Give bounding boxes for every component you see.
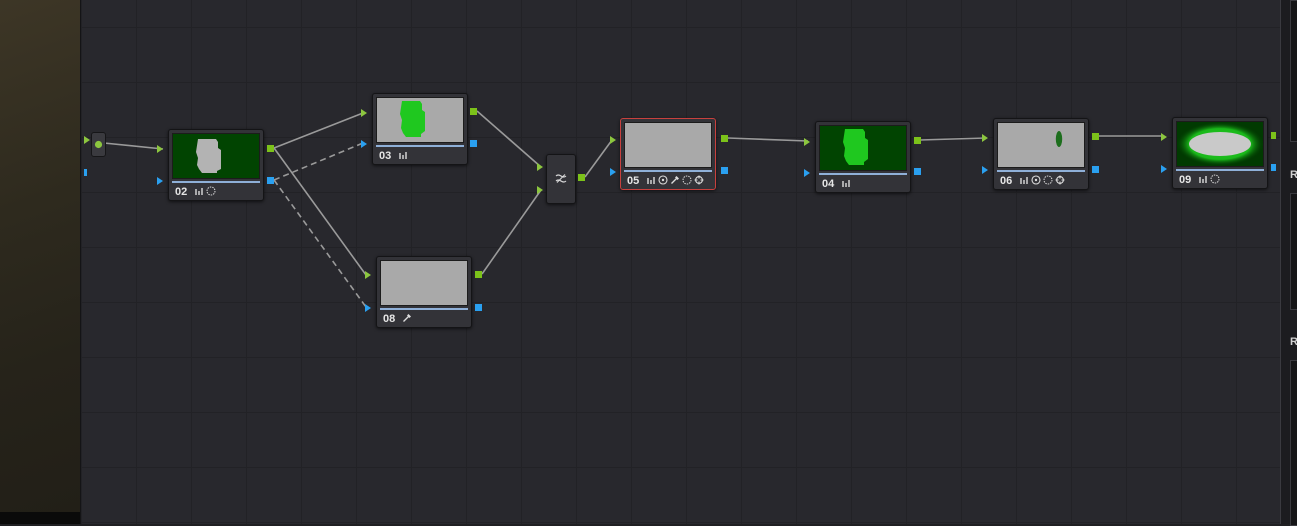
node-09-alpha-output[interactable]	[1271, 164, 1276, 171]
node-thumbnail	[172, 133, 260, 179]
viewer-bottom-strip	[0, 512, 80, 524]
panel-box-middle[interactable]	[1290, 193, 1297, 310]
circle-window-icon	[658, 175, 668, 185]
input-source-arrow	[84, 136, 90, 144]
node-02-rgb-input[interactable]	[157, 145, 163, 153]
node-label: 02	[175, 186, 188, 198]
window-icon	[682, 175, 692, 185]
curves-icon	[1199, 176, 1207, 183]
node-05-rgb-input[interactable]	[610, 136, 616, 144]
node-thumbnail	[1176, 121, 1264, 167]
layer-mixer-icon	[555, 174, 567, 183]
mixer-input-1[interactable]	[537, 163, 543, 171]
panel-box-bottom[interactable]	[1290, 360, 1297, 526]
node-thumbnail	[624, 122, 712, 168]
node-label: 05	[627, 175, 640, 187]
node-02-alpha-input[interactable]	[157, 177, 163, 185]
ellipse-shape	[1055, 131, 1063, 147]
node-thumbnail	[997, 122, 1085, 168]
node-label: 09	[1179, 174, 1192, 186]
curves-icon	[195, 188, 203, 195]
node-04-rgb-output[interactable]	[914, 137, 921, 144]
node-thumbnail	[376, 97, 464, 143]
node-03[interactable]: 03	[372, 93, 468, 165]
node-04-rgb-input[interactable]	[804, 138, 810, 146]
node-label: 08	[383, 313, 396, 325]
node-02-alpha-output[interactable]	[267, 177, 274, 184]
node-02-rgb-output[interactable]	[267, 145, 274, 152]
tracker-icon	[1055, 175, 1065, 185]
node-label: 06	[1000, 175, 1013, 187]
curves-icon	[399, 152, 407, 159]
node-thumbnail	[380, 260, 468, 306]
node-06[interactable]: 06	[993, 118, 1089, 190]
window-icon	[1210, 174, 1220, 184]
curves-icon	[842, 180, 850, 187]
node-05-alpha-input[interactable]	[610, 168, 616, 176]
node-05[interactable]: 05	[620, 118, 716, 190]
node-08-alpha-input[interactable]	[365, 304, 371, 312]
tracker-icon	[694, 175, 704, 185]
node-08-rgb-output[interactable]	[475, 271, 482, 278]
node-08-alpha-output[interactable]	[475, 304, 482, 311]
source-input-node[interactable]	[91, 132, 106, 157]
mask-shape	[400, 101, 425, 137]
right-side-panel: R R	[1280, 0, 1297, 526]
node-thumbnail	[819, 125, 907, 171]
node-04-alpha-output[interactable]	[914, 168, 921, 175]
viewer-preview	[0, 0, 80, 512]
window-icon	[206, 186, 216, 196]
node-08-rgb-input[interactable]	[365, 271, 371, 279]
mixer-output[interactable]	[578, 174, 585, 181]
layer-mixer-node[interactable]	[546, 154, 576, 204]
node-label: 04	[822, 178, 835, 190]
qualifier-icon	[403, 314, 411, 322]
source-input-icon	[94, 140, 103, 149]
node-09-rgb-output[interactable]	[1271, 132, 1276, 139]
node-06-alpha-output[interactable]	[1092, 166, 1099, 173]
node-03-rgb-input[interactable]	[361, 109, 367, 117]
node-08[interactable]: 08	[376, 256, 472, 328]
node-02[interactable]: 02	[168, 129, 264, 201]
panel-label-r2: R	[1290, 336, 1297, 348]
node-04-alpha-input[interactable]	[804, 169, 810, 177]
panel-box-top[interactable]	[1290, 0, 1297, 142]
window-icon	[1043, 175, 1053, 185]
mixer-input-2[interactable]	[537, 186, 543, 194]
node-09-rgb-input[interactable]	[1161, 133, 1167, 141]
node-03-alpha-input[interactable]	[361, 140, 367, 148]
input-source-alpha	[84, 169, 87, 176]
node-03-rgb-output[interactable]	[470, 108, 477, 115]
circle-window-icon	[1031, 175, 1041, 185]
node-label: 03	[379, 150, 392, 162]
node-06-rgb-input[interactable]	[982, 134, 988, 142]
node-05-rgb-output[interactable]	[721, 135, 728, 142]
mask-shape	[196, 139, 221, 173]
qualifier-icon	[671, 176, 679, 184]
node-graph-canvas[interactable]	[80, 0, 1281, 524]
node-04[interactable]: 04	[815, 121, 911, 193]
glow-ellipse-shape	[1177, 122, 1263, 166]
mask-shape	[843, 129, 868, 165]
curves-icon	[647, 177, 655, 184]
node-03-alpha-output[interactable]	[470, 140, 477, 147]
node-09[interactable]: 09	[1172, 117, 1268, 189]
node-06-rgb-output[interactable]	[1092, 133, 1099, 140]
node-06-alpha-input[interactable]	[982, 166, 988, 174]
node-05-alpha-output[interactable]	[721, 167, 728, 174]
panel-label-r1: R	[1290, 169, 1297, 181]
curves-icon	[1020, 177, 1028, 184]
node-09-alpha-input[interactable]	[1161, 165, 1167, 173]
